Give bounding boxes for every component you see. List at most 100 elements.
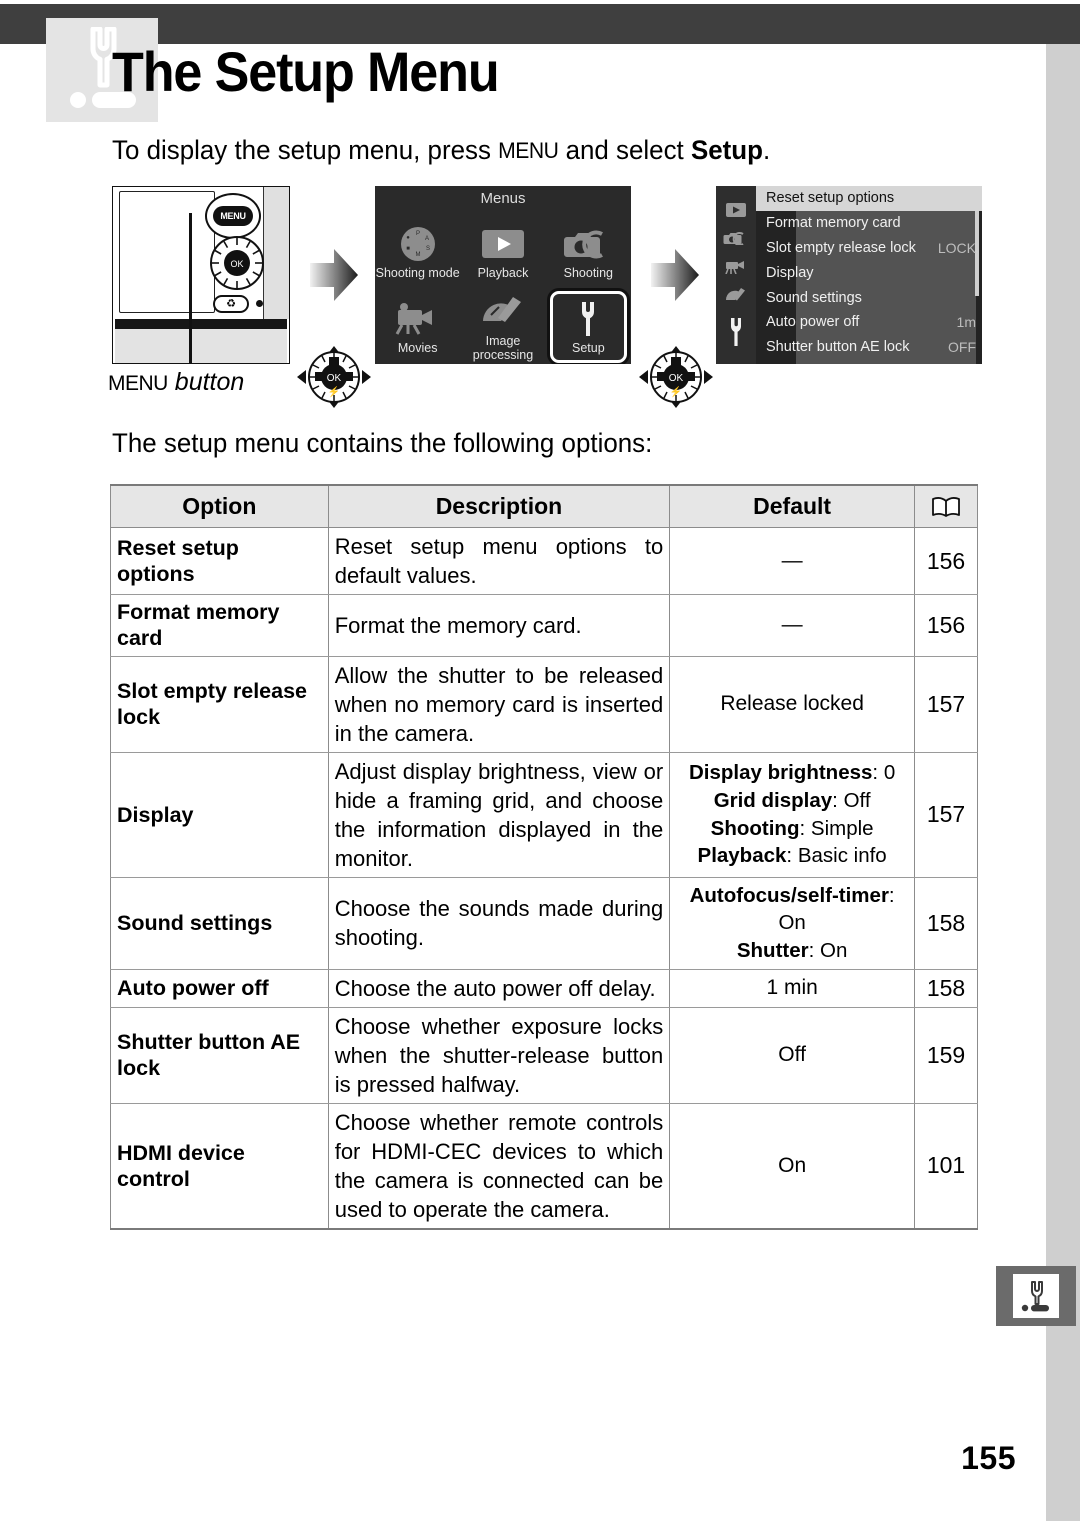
cell-option: Auto power off [110,968,329,1008]
menus-screen: Menus P A S M ■ ● Shooting mode Playback… [375,186,631,364]
multi-selector-dial: OK ⚡ [638,345,714,409]
page-title: The Setup Menu [112,40,500,103]
setup-menu-item-value: OFF [948,339,976,356]
setup-menu-item[interactable]: Slot empty release lock LOCK [756,236,982,261]
mode-dial-icon: P A S M ■ ● [398,223,438,265]
default-pair-key: Grid display [713,788,833,812]
book-icon [921,496,971,518]
camera-menu-button: MENU [205,193,261,239]
camera-icon[interactable] [723,231,749,245]
default-pair-key: Playback [697,844,787,868]
table-row: Sound settings Choose the sounds made du… [110,876,978,970]
cell-page-reference[interactable]: 158 [914,968,978,1008]
setup-menu-list: Reset setup options Format memory card S… [756,186,982,364]
cell-page-reference[interactable]: 158 [914,876,978,970]
intro-instruction: To display the setup menu, press MENU an… [112,134,909,168]
setup-menu-item[interactable]: Shutter button AE lock OFF [756,335,982,360]
menu-tile-label: Shooting mode [375,265,460,280]
setup-menu-item-label: Slot empty release lock [766,239,916,256]
default-pair-key: Shutter [736,939,809,963]
cell-page-reference[interactable]: 101 [914,1102,978,1230]
default-pair-value: On [820,939,848,963]
right-arrow-icon [649,246,701,304]
camera-icon [562,223,614,265]
setup-menu-item[interactable]: Display [756,260,982,285]
menu-tile-label: Shooting [563,265,613,280]
menu-tile-label: Playback [477,265,529,280]
svg-text:S: S [426,246,430,252]
camera-monitor-panel [119,191,215,313]
default-pair-value: Simple [810,816,874,840]
multi-selector-dial: OK ⚡ [296,345,372,409]
intro-text-after: . [762,135,771,165]
menu-tile-movies[interactable]: Movies [375,289,460,364]
cell-option: Display [110,751,329,878]
setup-menu-item-label: Shutter button AE lock [766,339,910,356]
cell-description: Choose the sounds made during shooting. [327,876,671,970]
cell-page-reference[interactable]: 156 [914,594,978,657]
menus-screen-title: Menus [480,190,526,207]
movie-camera-icon[interactable] [724,258,748,274]
camera-back-illustration: MENU OK ♻ [112,186,290,364]
default-pair: Shooting: Simple [710,816,874,840]
cell-default: On [669,1102,916,1230]
multi-selector-dial-small: OK [209,235,265,291]
default-pair: Autofocus/self-timer: On [689,883,895,935]
setup-menu-item[interactable]: Sound settings [756,285,982,310]
wrench-icon[interactable] [725,317,747,347]
setup-menu-item[interactable]: Reset setup options [756,186,982,211]
setup-menu-item-label: Auto power off [766,314,860,331]
camera-grip-edge [115,319,287,329]
default-pair-value: On [778,911,806,935]
table-row: Slot empty release lock Allow the shutte… [110,655,978,753]
indicator-led-icon [256,300,263,307]
cell-option: Slot empty release lock [110,655,329,753]
table-row: Reset setup options Reset setup menu opt… [110,526,978,596]
menu-button-callout: MENU button [108,368,244,397]
menu-tile-selection-highlight [549,291,627,363]
camera-right-edge [263,187,289,319]
menu-tile-label: Image processing [472,334,534,362]
play-icon[interactable] [726,203,746,218]
setup-menu-item[interactable]: Format memory card [756,211,982,236]
column-header-option: Option [110,484,329,528]
svg-text:OK: OK [669,373,684,384]
default-pair-value: Basic info [797,844,887,868]
menu-button-cap-label: MENU [213,206,253,226]
cell-default: Off [669,1006,916,1104]
page-header-bar [0,4,1080,44]
svg-text:M: M [415,252,420,258]
cell-page-reference[interactable]: 156 [914,526,978,596]
svg-text:P: P [416,231,420,237]
intro-text-before: To display the setup menu, press [112,135,499,165]
menu-tile-image-processing[interactable]: Image processing [460,289,545,364]
cell-description: Choose whether remote controls for HDMI-… [327,1102,671,1230]
cell-page-reference[interactable]: 159 [914,1006,978,1104]
cell-page-reference[interactable]: 157 [914,751,978,878]
default-pair-value: Off [843,788,871,812]
menu-tile-playback[interactable]: Playback [460,214,545,289]
default-pair: Shutter: On [736,939,848,963]
cell-description: Choose the auto power off delay. [327,968,671,1008]
page-number: 155 [961,1440,1016,1476]
palette-brush-icon [479,291,527,333]
cell-default: Release locked [669,655,916,753]
callout-leader-line [189,213,192,363]
menu-tile-shooting[interactable]: Shooting [546,214,631,289]
menu-tile-setup[interactable]: Setup [546,289,631,364]
setup-menu-item[interactable]: Auto power off 1m [756,310,982,335]
right-arrow-icon [308,246,360,304]
setup-menu-item-label: Display [766,264,814,281]
svg-text:A: A [425,236,429,242]
default-pair-key: Autofocus/self-timer [689,883,889,907]
default-pair-value: 0 [883,761,896,785]
section-subhead: The setup menu contains the following op… [112,428,653,458]
default-pair-key: Display brightness [689,761,873,785]
menu-tile-shooting-mode[interactable]: P A S M ■ ● Shooting mode [375,214,460,289]
cell-option: Format memory card [110,594,329,657]
palette-brush-icon[interactable] [724,287,748,303]
cell-page-reference[interactable]: 157 [914,655,978,753]
setup-screen-sidebar [716,186,756,364]
default-pair: Display brightness: 0 [689,761,896,785]
menus-screen-grid: P A S M ■ ● Shooting mode Playback Shoot… [375,214,631,364]
